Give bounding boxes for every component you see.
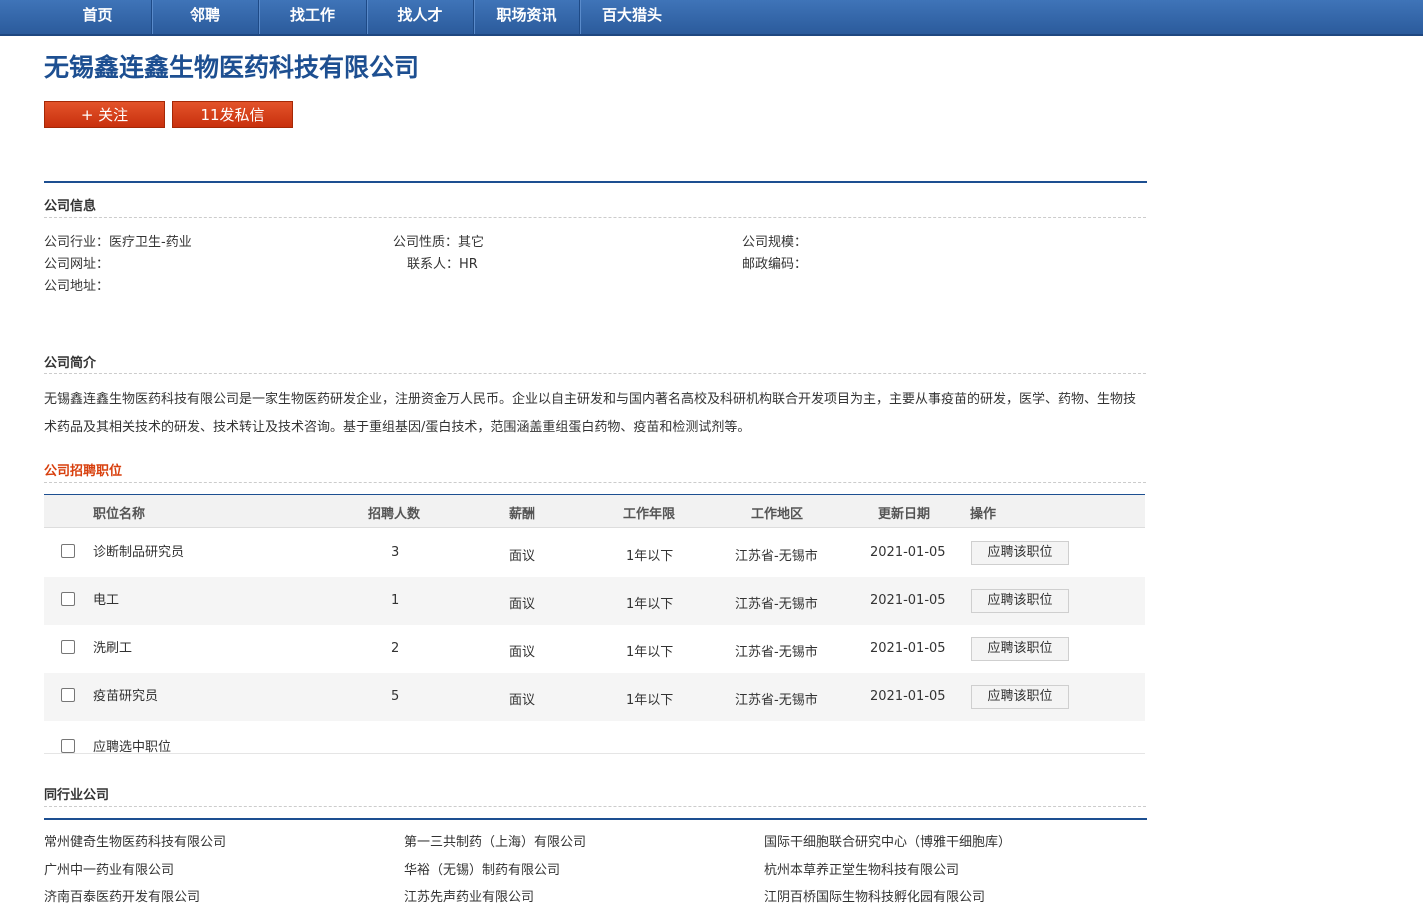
job-years: 1年以下 [626, 549, 674, 564]
job-row: 洗刷工 2 面议 1年以下 江苏省-无锡市 2021-01-05 应聘该职位 [44, 625, 1145, 673]
peer-companies-heading: 同行业公司 [44, 788, 110, 803]
company-intro-heading: 公司简介 [44, 356, 97, 371]
column-header-count: 招聘人数 [368, 507, 421, 522]
job-date: 2021-01-05 [870, 689, 946, 704]
company-info-heading: 公司信息 [44, 199, 97, 214]
company-contact: 联系人：HR [407, 257, 478, 272]
section-divider [44, 806, 1146, 807]
send-message-button[interactable]: 11发私信 [172, 101, 293, 128]
job-checkbox[interactable] [61, 592, 75, 606]
job-area: 江苏省-无锡市 [735, 549, 818, 564]
apply-job-button[interactable]: 应聘该职位 [971, 637, 1069, 661]
job-date: 2021-01-05 [870, 641, 946, 656]
job-years: 1年以下 [626, 693, 674, 708]
nav-item-home[interactable]: 首页 [44, 0, 151, 34]
company-title: 无锡鑫连鑫生物医药科技有限公司 [44, 53, 420, 82]
job-years: 1年以下 [626, 597, 674, 612]
section-divider [44, 753, 1145, 754]
company-industry: 公司行业：医疗卫生-药业 [44, 235, 192, 250]
peer-company-link[interactable]: 常州健奇生物医药科技有限公司 [44, 831, 226, 850]
job-title[interactable]: 诊断制品研究员 [93, 541, 184, 560]
job-row: 诊断制品研究员 3 面议 1年以下 江苏省-无锡市 2021-01-05 应聘该… [44, 529, 1145, 577]
peer-company-link[interactable]: 济南百泰医药开发有限公司 [44, 886, 200, 905]
job-salary: 面议 [509, 597, 536, 612]
job-count: 1 [391, 593, 400, 608]
nav-item-linpin[interactable]: 邻聘 [152, 0, 258, 34]
column-header-action: 操作 [970, 507, 997, 522]
job-checkbox[interactable] [61, 688, 75, 702]
job-count: 3 [391, 545, 400, 560]
apply-job-button[interactable]: 应聘该职位 [971, 541, 1069, 565]
column-header-date: 更新日期 [878, 507, 931, 522]
company-address: 公司地址： [44, 279, 110, 294]
apply-job-button[interactable]: 应聘该职位 [971, 685, 1069, 709]
section-divider [44, 217, 1146, 218]
job-row: 电工 1 面议 1年以下 江苏省-无锡市 2021-01-05 应聘该职位 [44, 577, 1145, 625]
job-date: 2021-01-05 [870, 545, 946, 560]
job-row: 疫苗研究员 5 面议 1年以下 江苏省-无锡市 2021-01-05 应聘该职位 [44, 673, 1145, 721]
company-nature: 公司性质：其它 [393, 235, 485, 250]
peer-company-link[interactable]: 杭州本草养正堂生物科技有限公司 [764, 859, 959, 878]
section-rule [44, 818, 1147, 820]
job-date: 2021-01-05 [870, 593, 946, 608]
peer-company-link[interactable]: 华裕（无锡）制药有限公司 [404, 859, 560, 878]
nav-item-find-talent[interactable]: 找人才 [367, 0, 473, 34]
job-salary: 面议 [509, 645, 536, 660]
job-area: 江苏省-无锡市 [735, 597, 818, 612]
company-website: 公司网址： [44, 257, 110, 272]
jobs-table-header: 职位名称 招聘人数 薪酬 工作年限 工作地区 更新日期 操作 [44, 495, 1145, 528]
jobs-heading: 公司招聘职位 [44, 464, 123, 479]
section-divider [44, 373, 1146, 374]
peer-company-link[interactable]: 广州中一药业有限公司 [44, 859, 174, 878]
job-title[interactable]: 电工 [93, 589, 119, 608]
nav-item-find-job[interactable]: 找工作 [259, 0, 366, 34]
job-checkbox[interactable] [61, 544, 75, 558]
peer-company-link[interactable]: 江苏先声药业有限公司 [404, 886, 534, 905]
nav-item-news[interactable]: 职场资讯 [474, 0, 579, 34]
job-title[interactable]: 洗刷工 [93, 637, 132, 656]
column-header-title: 职位名称 [93, 507, 146, 522]
job-title[interactable]: 疫苗研究员 [93, 685, 158, 704]
job-area: 江苏省-无锡市 [735, 645, 818, 660]
section-divider [44, 482, 1146, 483]
job-count: 5 [391, 689, 400, 704]
job-salary: 面议 [509, 693, 536, 708]
company-scale: 公司规模： [742, 235, 808, 250]
job-years: 1年以下 [626, 645, 674, 660]
job-checkbox[interactable] [61, 640, 75, 654]
select-all-checkbox[interactable] [61, 739, 75, 753]
job-salary: 面议 [509, 549, 536, 564]
peer-company-link[interactable]: 江阴百桥国际生物科技孵化园有限公司 [764, 886, 985, 905]
job-count: 2 [391, 641, 400, 656]
top-nav: 首页 邻聘 找工作 找人才 职场资讯 百大猎头 [0, 0, 1423, 36]
column-header-area: 工作地区 [751, 507, 804, 522]
column-header-salary: 薪酬 [509, 507, 536, 522]
apply-job-button[interactable]: 应聘该职位 [971, 589, 1069, 613]
peer-company-link[interactable]: 国际干细胞联合研究中心（博雅干细胞库） [764, 831, 1011, 850]
peer-company-link[interactable]: 第一三共制药（上海）有限公司 [404, 831, 586, 850]
company-intro-text: 无锡鑫连鑫生物医药科技有限公司是一家生物医药研发企业，注册资金万人民币。企业以自… [44, 392, 1137, 435]
section-rule [44, 181, 1147, 183]
column-header-years: 工作年限 [623, 507, 676, 522]
follow-button[interactable]: + 关注 [44, 101, 165, 128]
company-postcode: 邮政编码： [742, 257, 808, 272]
nav-item-headhunters[interactable]: 百大猎头 [580, 0, 684, 34]
job-area: 江苏省-无锡市 [735, 693, 818, 708]
